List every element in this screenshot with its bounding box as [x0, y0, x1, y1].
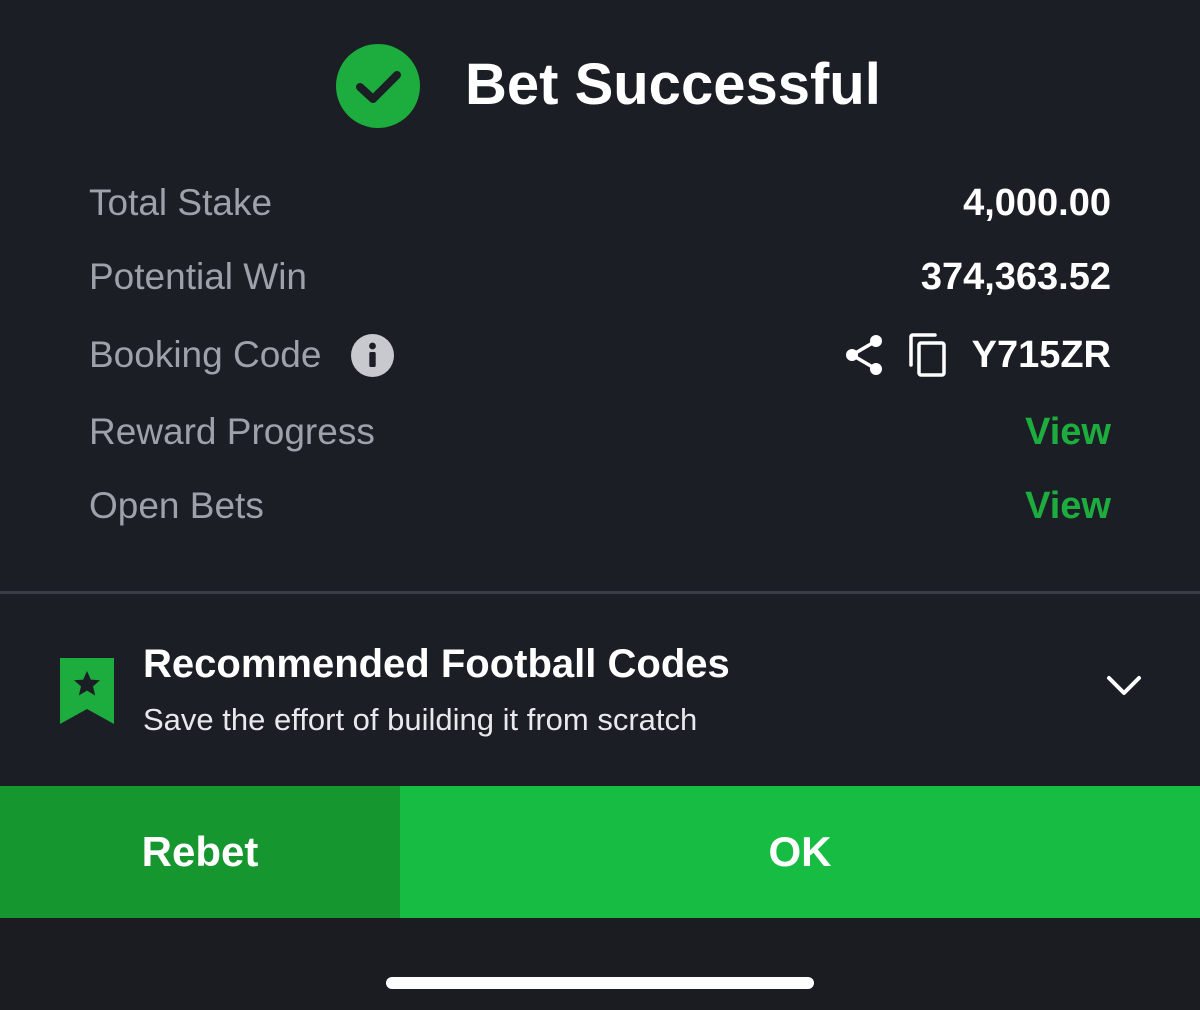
- reward-progress-view-link[interactable]: View: [1025, 404, 1111, 460]
- page-title: Bet Successful: [465, 52, 881, 117]
- open-bets-label: Open Bets: [89, 485, 264, 526]
- recommended-title: Recommended Football Codes: [143, 642, 730, 686]
- action-bar: Rebet OK: [0, 786, 1200, 918]
- copy-icon[interactable]: [908, 332, 948, 378]
- open-bets-view-link[interactable]: View: [1025, 478, 1111, 534]
- booking-code-value[interactable]: Y715ZR: [972, 327, 1111, 383]
- chevron-down-icon[interactable]: [1104, 672, 1144, 702]
- booking-code-row: Booking Code Y715ZR: [89, 327, 1111, 383]
- bottom-safe-area: [0, 918, 1200, 1010]
- share-icon[interactable]: [843, 333, 885, 377]
- potential-win-value: 374,363.52: [920, 256, 1111, 298]
- open-bets-row: Open Bets View: [89, 478, 1111, 534]
- total-stake-value: 4,000.00: [963, 182, 1111, 224]
- potential-win-row: Potential Win 374,363.52: [89, 249, 1111, 305]
- reward-progress-label: Reward Progress: [89, 411, 375, 452]
- check-circle-icon: [336, 44, 420, 128]
- total-stake-row: Total Stake 4,000.00: [89, 175, 1111, 231]
- home-indicator[interactable]: [386, 977, 814, 989]
- recommended-codes-panel[interactable]: Recommended Football Codes Save the effo…: [0, 594, 1200, 786]
- booking-code-label: Booking Code: [89, 334, 322, 375]
- potential-win-label: Potential Win: [89, 256, 307, 297]
- recommended-subtitle: Save the effort of building it from scra…: [143, 702, 698, 737]
- bet-success-screen: Bet Successful Total Stake 4,000.00 Pote…: [0, 0, 1200, 1010]
- rebet-button[interactable]: Rebet: [0, 786, 400, 918]
- total-stake-label: Total Stake: [89, 182, 273, 223]
- reward-progress-row: Reward Progress View: [89, 404, 1111, 460]
- success-header: Bet Successful: [0, 0, 1200, 170]
- info-icon[interactable]: [351, 334, 394, 377]
- ok-button[interactable]: OK: [400, 786, 1200, 918]
- bookmark-star-icon: [60, 658, 114, 724]
